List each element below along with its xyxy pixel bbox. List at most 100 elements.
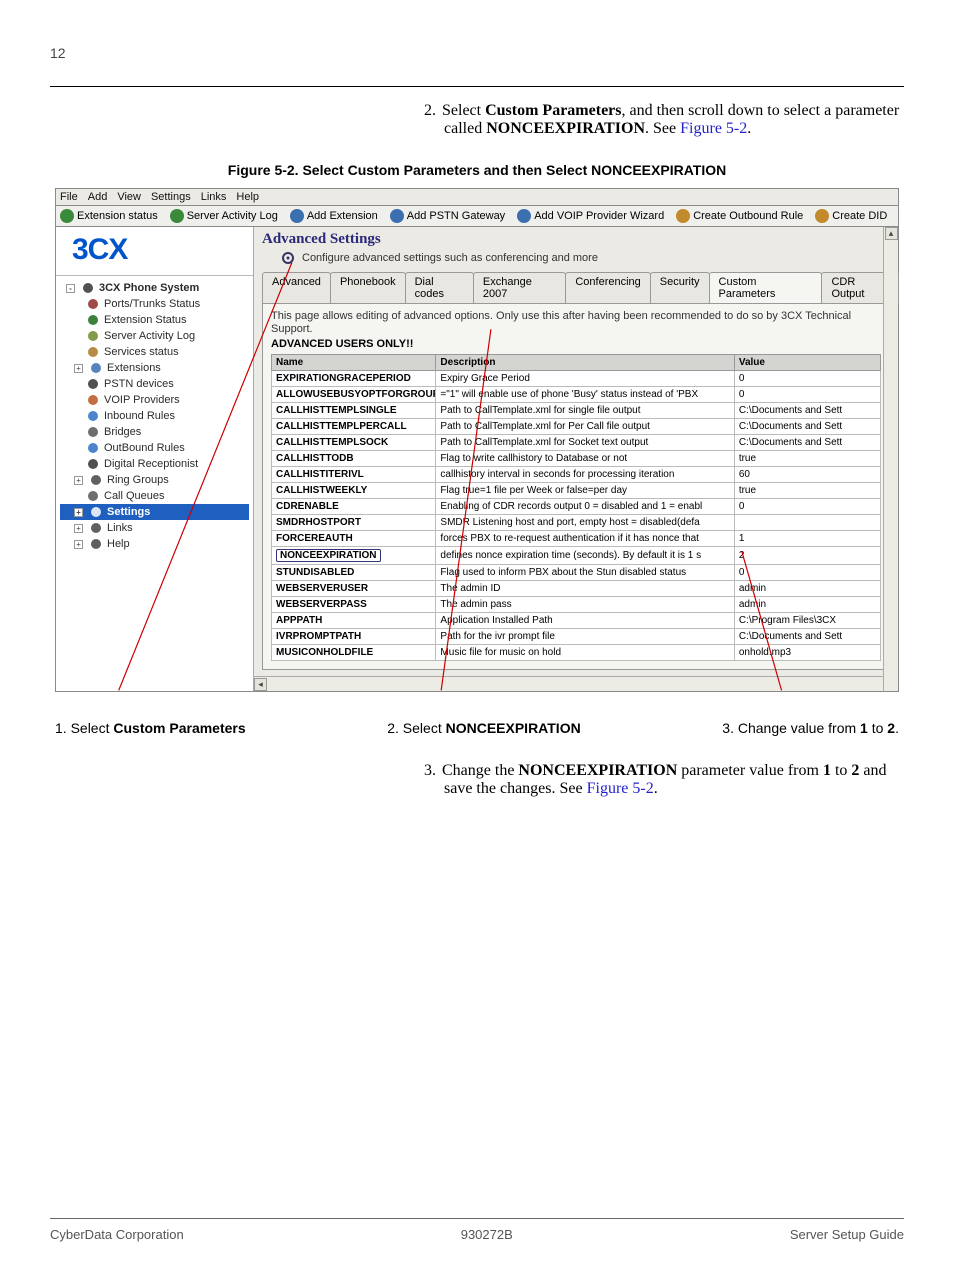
tree-icon: [86, 329, 100, 343]
expand-icon[interactable]: +: [74, 508, 83, 517]
menu-links[interactable]: Links: [201, 191, 227, 203]
table-row[interactable]: CALLHISTWEEKLYFlag true=1 file per Week …: [272, 483, 881, 499]
param-value[interactable]: true: [734, 451, 880, 467]
table-row[interactable]: CALLHISTTODBFlag to write callhistory to…: [272, 451, 881, 467]
table-row[interactable]: APPPATHApplication Installed PathC:\Prog…: [272, 613, 881, 629]
param-value[interactable]: onhold.mp3: [734, 645, 880, 661]
step2-link[interactable]: Figure 5-2: [680, 120, 747, 137]
table-row[interactable]: WEBSERVERUSERThe admin IDadmin: [272, 581, 881, 597]
tab-exchange-2007[interactable]: Exchange 2007: [473, 272, 566, 303]
menu-help[interactable]: Help: [236, 191, 259, 203]
menu-add[interactable]: Add: [88, 191, 108, 203]
tree-item-call-queues[interactable]: Call Queues: [60, 488, 249, 504]
tree-label: Extensions: [107, 362, 161, 374]
toolbar-icon: [170, 209, 184, 223]
table-row[interactable]: NONCEEXPIRATIONdefines nonce expiration …: [272, 547, 881, 565]
expand-icon[interactable]: +: [74, 476, 83, 485]
menu-settings[interactable]: Settings: [151, 191, 191, 203]
table-row[interactable]: CALLHISTITERIVLcallhistory interval in s…: [272, 467, 881, 483]
table-row[interactable]: WEBSERVERPASSThe admin passadmin: [272, 597, 881, 613]
tab-conferencing[interactable]: Conferencing: [565, 272, 650, 303]
horizontal-scrollbar[interactable]: ◂ ▸: [254, 676, 898, 691]
param-name: CALLHISTITERIVL: [272, 467, 436, 483]
param-value[interactable]: 1: [734, 531, 880, 547]
table-row[interactable]: CALLHISTTEMPLPERCALLPath to CallTemplate…: [272, 419, 881, 435]
toolbar-add-extension[interactable]: Add Extension: [290, 209, 378, 223]
param-value[interactable]: 0: [734, 371, 880, 387]
tab-phonebook[interactable]: Phonebook: [330, 272, 406, 303]
tree-item-extensions[interactable]: + Extensions: [60, 360, 249, 376]
tree-item-links[interactable]: +Links: [60, 520, 249, 536]
scroll-up-icon[interactable]: ▴: [885, 227, 898, 240]
param-value[interactable]: 2: [734, 547, 880, 565]
param-value[interactable]: 60: [734, 467, 880, 483]
param-value[interactable]: C:\Documents and Sett: [734, 419, 880, 435]
tree-item-3cx-phone-system[interactable]: -3CX Phone System: [60, 280, 249, 296]
expand-icon[interactable]: +: [74, 524, 83, 533]
toolbar-create-did[interactable]: Create DID: [815, 209, 887, 223]
table-row[interactable]: SMDRHOSTPORTSMDR Listening host and port…: [272, 515, 881, 531]
param-value[interactable]: admin: [734, 597, 880, 613]
param-value[interactable]: 0: [734, 565, 880, 581]
tree-item-ports/trunks-status[interactable]: Ports/Trunks Status: [60, 296, 249, 312]
tree-item-server-activity-log[interactable]: Server Activity Log: [60, 328, 249, 344]
table-row[interactable]: CALLHISTTEMPLSINGLEPath to CallTemplate.…: [272, 403, 881, 419]
tree-label: Services status: [104, 346, 179, 358]
table-row[interactable]: ALLOWUSEBUSYOPTFORGROUP="1" will enable …: [272, 387, 881, 403]
toolbar-add-voip-provider-wizard[interactable]: Add VOIP Provider Wizard: [517, 209, 664, 223]
param-value[interactable]: admin: [734, 581, 880, 597]
tree-icon: [89, 521, 103, 535]
table-row[interactable]: MUSICONHOLDFILEMusic file for music on h…: [272, 645, 881, 661]
param-value[interactable]: [734, 515, 880, 531]
tree-icon: [89, 473, 103, 487]
tree-item-services-status[interactable]: Services status: [60, 344, 249, 360]
tab-dial-codes[interactable]: Dial codes: [405, 272, 474, 303]
expand-icon[interactable]: +: [74, 364, 83, 373]
tree-item-outbound-rules[interactable]: OutBound Rules: [60, 440, 249, 456]
table-row[interactable]: CDRENABLEEnabling of CDR records output …: [272, 499, 881, 515]
param-value[interactable]: true: [734, 483, 880, 499]
tree-item-settings[interactable]: +Settings: [60, 504, 249, 520]
param-name: CDRENABLE: [272, 499, 436, 515]
param-value[interactable]: C:\Documents and Sett: [734, 629, 880, 645]
step3-link[interactable]: Figure 5-2: [587, 780, 654, 797]
tree-item-inbound-rules[interactable]: Inbound Rules: [60, 408, 249, 424]
param-value[interactable]: C:\Program Files\3CX: [734, 613, 880, 629]
table-row[interactable]: STUNDISABLEDFlag used to inform PBX abou…: [272, 565, 881, 581]
toolbar-create-outbound-rule[interactable]: Create Outbound Rule: [676, 209, 803, 223]
tab-security[interactable]: Security: [650, 272, 710, 303]
top-rule: [50, 86, 904, 87]
toolbar-label: Add VOIP Provider Wizard: [534, 210, 664, 222]
param-value[interactable]: 0: [734, 499, 880, 515]
tree-label: Ports/Trunks Status: [104, 298, 200, 310]
outer-vertical-scrollbar[interactable]: ▴: [883, 227, 898, 691]
scroll-left-icon[interactable]: ◂: [254, 678, 267, 691]
table-row[interactable]: EXPIRATIONGRACEPERIODExpiry Grace Period…: [272, 371, 881, 387]
table-row[interactable]: FORCEREAUTHforces PBX to re-request auth…: [272, 531, 881, 547]
tree-item-digital-receptionist[interactable]: Digital Receptionist: [60, 456, 249, 472]
tab-advanced[interactable]: Advanced: [262, 272, 331, 303]
table-row[interactable]: CALLHISTTEMPLSOCKPath to CallTemplate.xm…: [272, 435, 881, 451]
tree-item-pstn-devices[interactable]: PSTN devices: [60, 376, 249, 392]
toolbar-extension-status[interactable]: Extension status: [60, 209, 158, 223]
collapse-icon[interactable]: -: [66, 284, 75, 293]
toolbar-server-activity-log[interactable]: Server Activity Log: [170, 209, 278, 223]
menu-view[interactable]: View: [117, 191, 141, 203]
menubar: File Add View Settings Links Help: [55, 188, 899, 205]
tab-custom-parameters[interactable]: Custom Parameters: [709, 272, 823, 303]
tree-item-extension-status[interactable]: Extension Status: [60, 312, 249, 328]
table-row[interactable]: IVRPROMPTPATHPath for the ivr prompt fil…: [272, 629, 881, 645]
tree-item-ring-groups[interactable]: +Ring Groups: [60, 472, 249, 488]
toolbar-add-pstn-gateway[interactable]: Add PSTN Gateway: [390, 209, 505, 223]
menu-file[interactable]: File: [60, 191, 78, 203]
figure-screenshot: File Add View Settings Links Help Extension s…: [55, 188, 899, 692]
tree-item-voip-providers[interactable]: VOIP Providers: [60, 392, 249, 408]
param-value[interactable]: 0: [734, 387, 880, 403]
step-3-num: 3.: [424, 762, 436, 779]
tree-item-bridges[interactable]: Bridges: [60, 424, 249, 440]
step3-b: parameter value from: [677, 762, 823, 779]
tree-item-help[interactable]: +Help: [60, 536, 249, 552]
param-value[interactable]: C:\Documents and Sett: [734, 403, 880, 419]
param-value[interactable]: C:\Documents and Sett: [734, 435, 880, 451]
expand-icon[interactable]: +: [74, 540, 83, 549]
